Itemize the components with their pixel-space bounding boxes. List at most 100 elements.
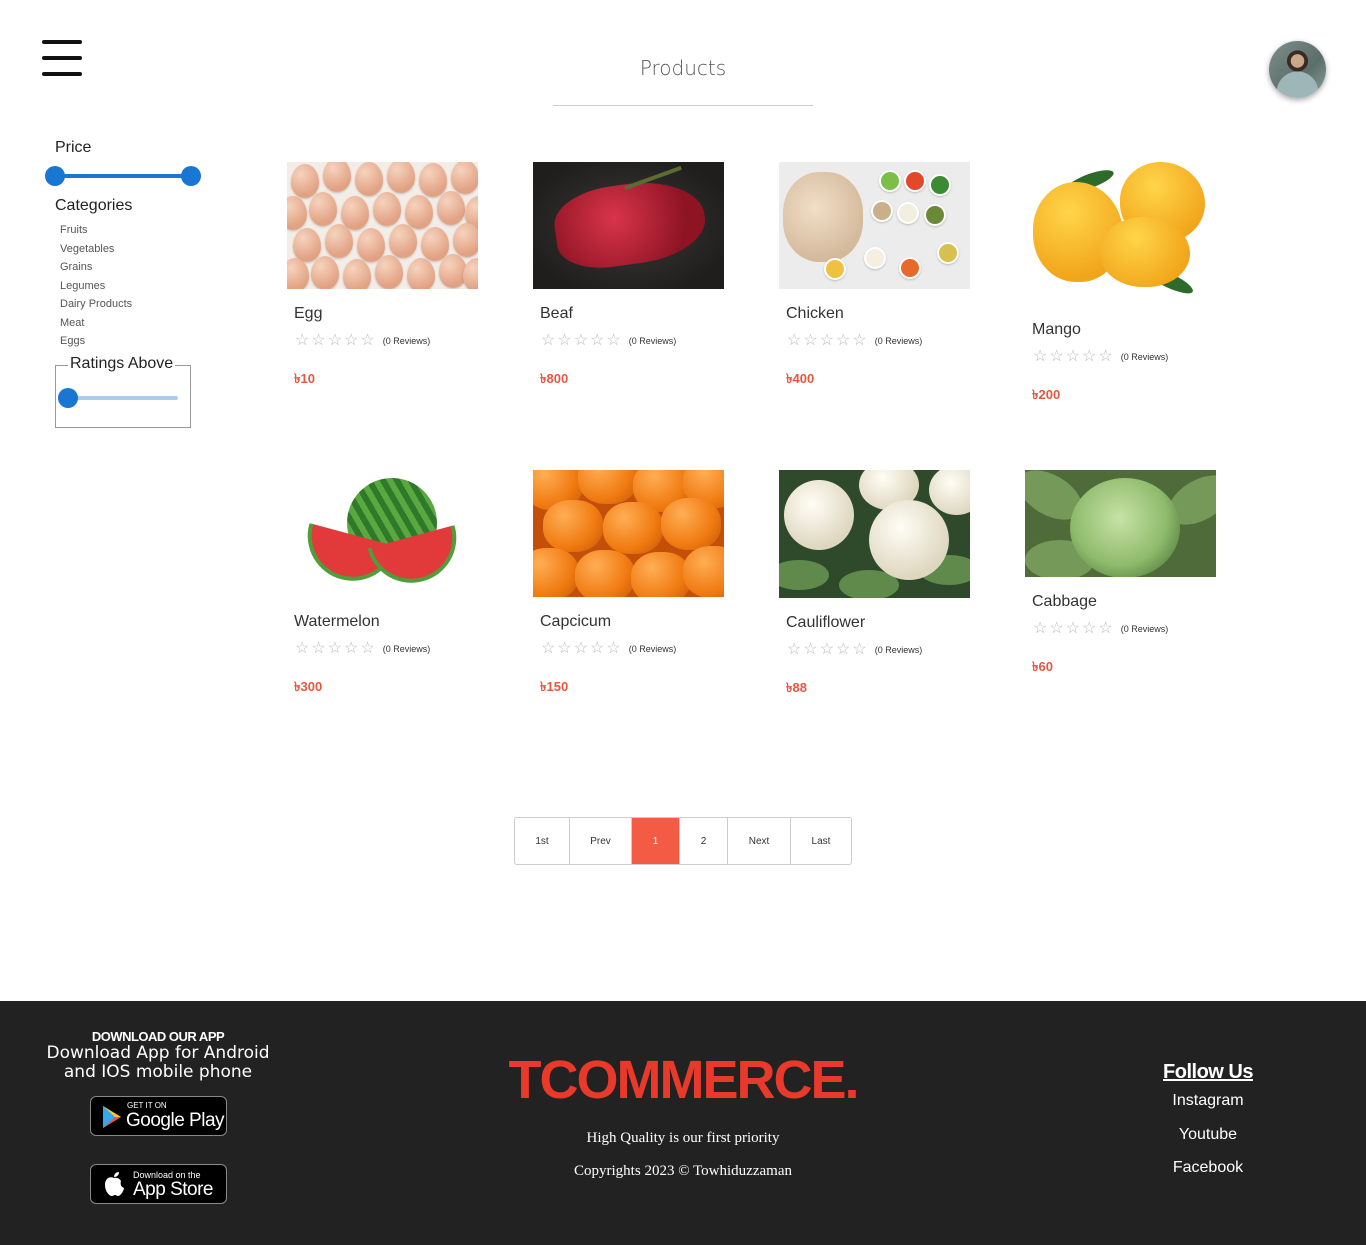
product-rating: ☆☆☆☆☆ (0 Reviews) — [295, 640, 479, 657]
category-item[interactable]: Grains — [60, 261, 132, 280]
review-count: (0 Reviews) — [1120, 624, 1169, 634]
product-card-chicken[interactable]: Chicken ☆☆☆☆☆ (0 Reviews) ৳400 — [779, 162, 971, 391]
price-slider-min-thumb[interactable] — [45, 166, 65, 186]
price-filter-label: Price — [55, 139, 92, 156]
product-image[interactable] — [533, 470, 724, 597]
facebook-link[interactable]: Facebook — [1128, 1159, 1288, 1177]
product-rating: ☆☆☆☆☆ (0 Reviews) — [295, 332, 479, 349]
product-image[interactable] — [1025, 470, 1216, 577]
first-page-button[interactable]: 1st — [515, 818, 570, 864]
page-1-button[interactable]: 1 — [632, 818, 680, 864]
google-play-small-text: GET IT ON — [127, 1101, 167, 1110]
title-underline — [553, 105, 813, 106]
google-play-big-text: Google Play — [126, 1110, 225, 1131]
product-rating: ☆☆☆☆☆ (0 Reviews) — [541, 640, 725, 657]
product-card-mango[interactable]: Mango ☆☆☆☆☆ (0 Reviews) ৳200 — [1025, 162, 1217, 407]
ratings-filter-label: Ratings Above — [68, 355, 176, 373]
product-price: ৳60 — [1032, 659, 1053, 674]
product-price: ৳200 — [1032, 387, 1061, 402]
google-play-button[interactable]: GET IT ON Google Play — [90, 1096, 227, 1136]
product-rating: ☆☆☆☆☆ (0 Reviews) — [787, 641, 971, 658]
product-rating: ☆☆☆☆☆ (0 Reviews) — [541, 332, 725, 349]
star-rating-icon: ☆☆☆☆☆ — [541, 640, 623, 657]
product-name: Watermelon — [294, 613, 380, 630]
product-name: Chicken — [786, 305, 844, 322]
product-price: ৳300 — [294, 679, 323, 694]
footer: DOWNLOAD OUR APP Download App for Androi… — [0, 1001, 1366, 1245]
product-price: ৳400 — [786, 371, 815, 386]
product-image[interactable] — [1025, 162, 1216, 305]
download-app-text: Download App for Android and IOS mobile … — [46, 1043, 270, 1082]
category-item[interactable]: Vegetables — [60, 243, 132, 262]
price-slider-max-thumb[interactable] — [181, 166, 201, 186]
product-price: ৳800 — [540, 371, 569, 386]
page-2-button[interactable]: 2 — [680, 818, 728, 864]
product-rating: ☆☆☆☆☆ (0 Reviews) — [1033, 348, 1217, 365]
follow-us-heading: Follow Us — [1163, 1061, 1253, 1083]
rating-slider-track[interactable] — [68, 396, 178, 400]
category-list: Fruits Vegetables Grains Legumes Dairy P… — [60, 224, 132, 354]
review-count: (0 Reviews) — [382, 336, 431, 346]
category-item[interactable]: Dairy Products — [60, 298, 132, 317]
product-name: Beaf — [540, 305, 573, 322]
menu-icon[interactable] — [42, 40, 82, 76]
product-name: Mango — [1032, 321, 1081, 338]
app-store-big-text: App Store — [133, 1179, 214, 1200]
product-name: Egg — [294, 305, 323, 322]
product-image[interactable] — [533, 162, 724, 289]
product-name: Cauliflower — [786, 614, 866, 631]
star-rating-icon: ☆☆☆☆☆ — [541, 332, 623, 349]
product-price: ৳10 — [294, 371, 315, 386]
review-count: (0 Reviews) — [1120, 352, 1169, 362]
tagline: High Quality is our first priority — [586, 1130, 780, 1146]
product-price: ৳150 — [540, 679, 569, 694]
product-rating: ☆☆☆☆☆ (0 Reviews) — [1033, 620, 1217, 637]
product-rating: ☆☆☆☆☆ (0 Reviews) — [787, 332, 971, 349]
page-title: Products — [639, 56, 727, 80]
category-item[interactable]: Eggs — [60, 335, 132, 354]
category-item[interactable]: Legumes — [60, 280, 132, 299]
star-rating-icon: ☆☆☆☆☆ — [787, 332, 869, 349]
star-rating-icon: ☆☆☆☆☆ — [787, 641, 869, 658]
apple-icon — [105, 1172, 124, 1196]
product-name: Capcicum — [540, 613, 612, 630]
review-count: (0 Reviews) — [628, 336, 677, 346]
product-card-watermelon[interactable]: Watermelon ☆☆☆☆☆ (0 Reviews) ৳300 — [287, 470, 479, 699]
review-count: (0 Reviews) — [382, 644, 431, 654]
product-name: Cabbage — [1032, 593, 1097, 610]
review-count: (0 Reviews) — [628, 644, 677, 654]
next-page-button[interactable]: Next — [728, 818, 791, 864]
download-app-heading: DOWNLOAD OUR APP — [91, 1029, 225, 1044]
product-card-cauliflower[interactable]: Cauliflower ☆☆☆☆☆ (0 Reviews) ৳88 — [779, 470, 971, 700]
user-avatar[interactable] — [1269, 41, 1326, 98]
product-image[interactable] — [287, 162, 478, 289]
pagination: 1st Prev 1 2 Next Last — [514, 817, 852, 865]
google-play-icon — [103, 1106, 121, 1128]
product-card-egg[interactable]: Egg ☆☆☆☆☆ (0 Reviews) ৳10 — [287, 162, 479, 391]
product-image[interactable] — [779, 470, 970, 598]
copyright: Copyrights 2023 © Towhiduzzaman — [574, 1163, 792, 1179]
categories-label: Categories — [55, 197, 133, 214]
product-card-beaf[interactable]: Beaf ☆☆☆☆☆ (0 Reviews) ৳800 — [533, 162, 725, 391]
category-item[interactable]: Fruits — [60, 224, 132, 243]
star-rating-icon: ☆☆☆☆☆ — [295, 640, 377, 657]
product-card-capcicum[interactable]: Capcicum ☆☆☆☆☆ (0 Reviews) ৳150 — [533, 470, 725, 699]
product-image[interactable] — [287, 470, 478, 597]
star-rating-icon: ☆☆☆☆☆ — [1033, 620, 1115, 637]
brand-logo: TCOMMERCE. — [508, 1050, 860, 1110]
star-rating-icon: ☆☆☆☆☆ — [295, 332, 377, 349]
rating-slider-thumb[interactable] — [58, 388, 78, 408]
star-rating-icon: ☆☆☆☆☆ — [1033, 348, 1115, 365]
review-count: (0 Reviews) — [874, 336, 923, 346]
review-count: (0 Reviews) — [874, 645, 923, 655]
product-image[interactable] — [779, 162, 970, 289]
price-slider-track[interactable] — [55, 174, 191, 178]
prev-page-button[interactable]: Prev — [570, 818, 632, 864]
youtube-link[interactable]: Youtube — [1128, 1126, 1288, 1144]
product-price: ৳88 — [786, 680, 807, 695]
category-item[interactable]: Meat — [60, 317, 132, 336]
instagram-link[interactable]: Instagram — [1128, 1092, 1288, 1110]
last-page-button[interactable]: Last — [791, 818, 851, 864]
product-card-cabbage[interactable]: Cabbage ☆☆☆☆☆ (0 Reviews) ৳60 — [1025, 470, 1217, 679]
app-store-button[interactable]: Download on the App Store — [90, 1164, 227, 1204]
